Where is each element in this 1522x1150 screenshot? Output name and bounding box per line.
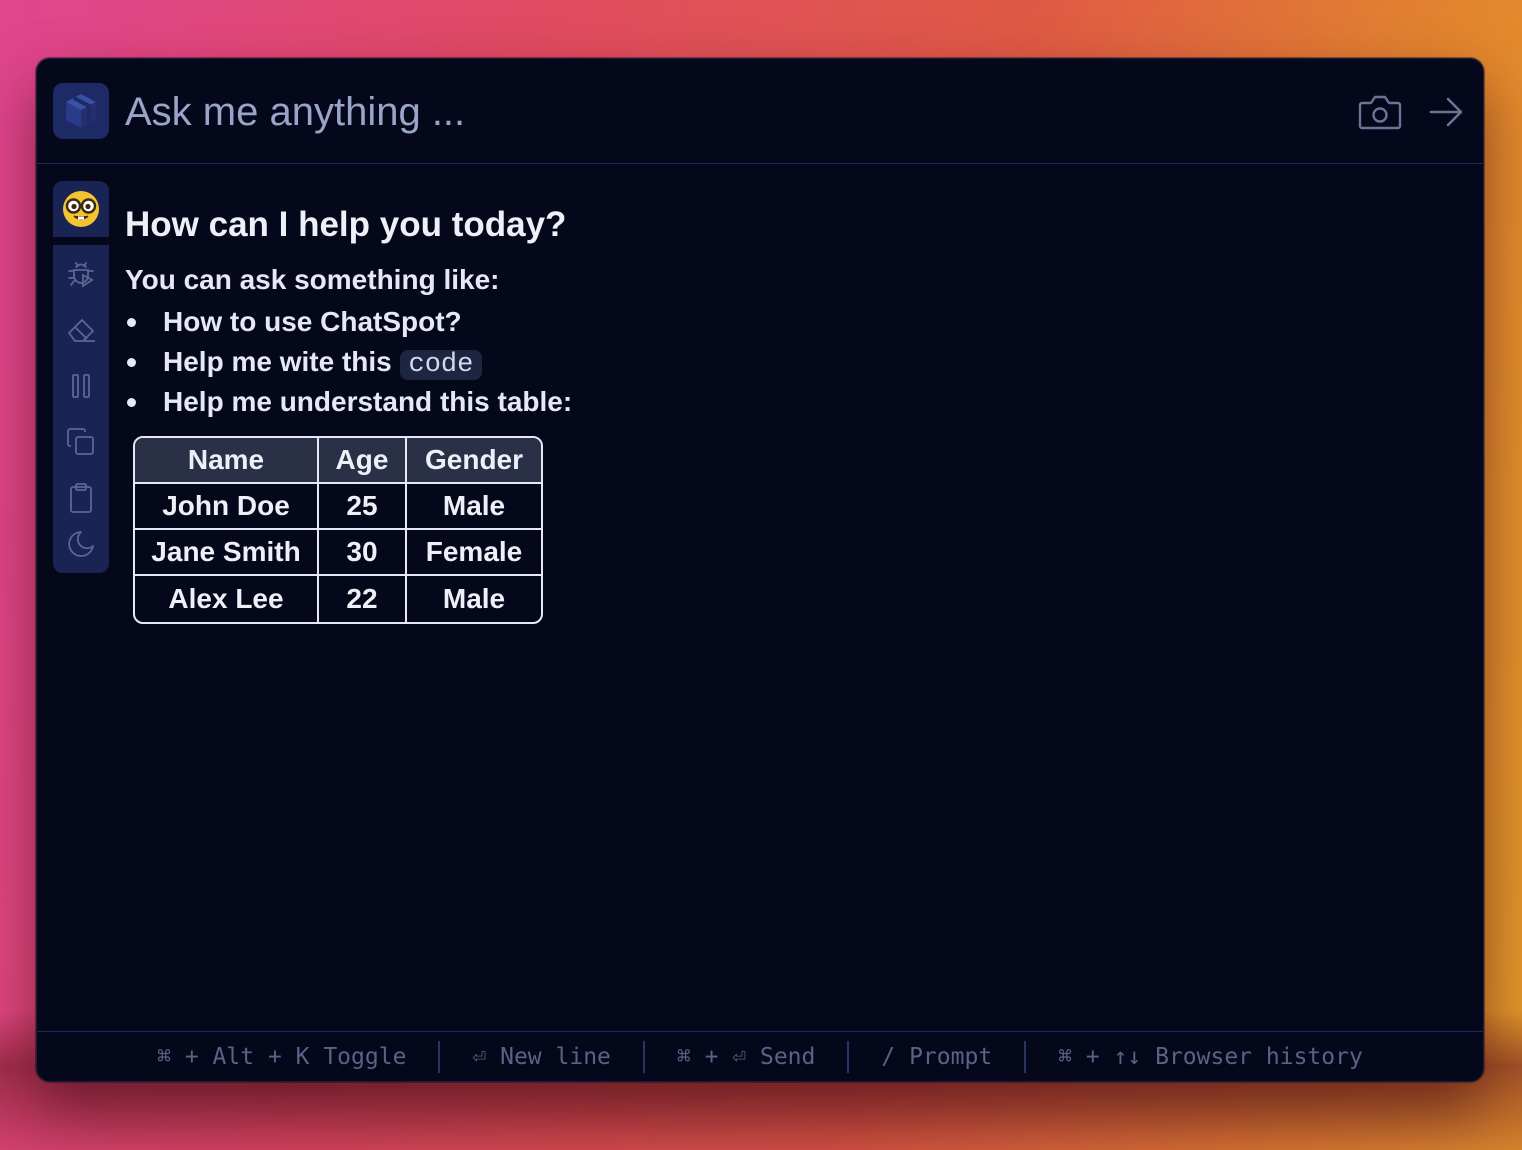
send-button[interactable]: [1421, 89, 1471, 135]
header-bar: [37, 59, 1483, 164]
shortcut-send: ⌘ + ⏎ Send: [676, 1043, 816, 1070]
shortcut-footer: ⌘ + Alt + K Toggle ⏎ New line ⌘ + ⏎ Send…: [37, 1031, 1483, 1081]
clipboard-icon: [70, 483, 92, 513]
suggestions-lead: You can ask something like:: [125, 264, 500, 295]
sidebar-item-paste[interactable]: [53, 473, 109, 523]
table-cell: Male: [407, 484, 541, 530]
welcome-title: How can I help you today?: [125, 205, 567, 244]
table-header-gender: Gender: [407, 438, 541, 484]
inline-code: code: [399, 350, 483, 380]
suggestion-text: How to use ChatSpot?: [163, 306, 462, 337]
table-header-row: Name Age Gender: [135, 438, 541, 484]
table-row: John Doe 25 Male: [135, 484, 541, 530]
suggestions-list: How to use ChatSpot? Help me wite this c…: [125, 302, 572, 422]
sidebar-item-theme[interactable]: [53, 519, 109, 569]
copy-icon: [67, 428, 94, 455]
bug-play-icon: [68, 262, 94, 288]
suggestion-text: Help me understand this table:: [163, 386, 573, 417]
table-cell: 30: [319, 530, 407, 576]
table-cell: Male: [442, 583, 506, 614]
table-cell: Jane Smith: [135, 530, 319, 576]
shortcut-prompt: / Prompt: [881, 1043, 993, 1070]
arrow-right-icon: [1429, 97, 1463, 127]
sidebar-item-debug[interactable]: [53, 249, 109, 299]
nerd-face-emoji-icon: [63, 191, 99, 227]
pause-icon: [72, 374, 90, 398]
search-input[interactable]: [125, 85, 1305, 139]
table-cell: Female: [407, 530, 541, 576]
table-cell: 25: [319, 484, 407, 530]
shortcut-history: ⌘ + ↑↓ Browser history: [1058, 1043, 1363, 1070]
table-cell: John Doe: [135, 484, 319, 530]
example-table: Name Age Gender John Doe 25 Male Jane Sm…: [133, 436, 543, 624]
camera-button[interactable]: [1355, 89, 1405, 135]
eraser-icon: [68, 319, 95, 342]
sidebar-item-pause[interactable]: [53, 361, 109, 411]
table-cell: 22: [319, 576, 407, 622]
shortcut-new-line: ⏎ New line: [472, 1043, 611, 1070]
suggestion-text: Help me wite this: [163, 346, 392, 377]
sidebar-toolbar: [53, 245, 109, 573]
table-header-age: Age: [319, 438, 407, 484]
moon-icon: [68, 531, 94, 557]
table-header-name: Name: [135, 438, 319, 484]
chat-window: How can I help you today? You can ask so…: [36, 58, 1484, 1082]
sidebar-item-copy[interactable]: [53, 417, 109, 467]
cube-logo-icon: [53, 83, 109, 139]
assistant-avatar: [53, 181, 109, 237]
welcome-message: How can I help you today? You can ask so…: [125, 199, 572, 624]
suggestion-item: Help me understand this table:: [125, 382, 572, 422]
table-cell: Alex Lee: [135, 576, 319, 622]
table-row: Jane Smith 30 Female: [135, 530, 541, 576]
camera-icon: [1358, 95, 1402, 130]
sidebar-item-clear[interactable]: [53, 305, 109, 355]
shortcut-toggle: ⌘ + Alt + K Toggle: [157, 1043, 407, 1070]
suggestion-item: Help me wite this code: [125, 342, 572, 382]
suggestion-item: How to use ChatSpot?: [125, 302, 572, 342]
table-row: Alex Lee 22 Male: [135, 576, 541, 622]
